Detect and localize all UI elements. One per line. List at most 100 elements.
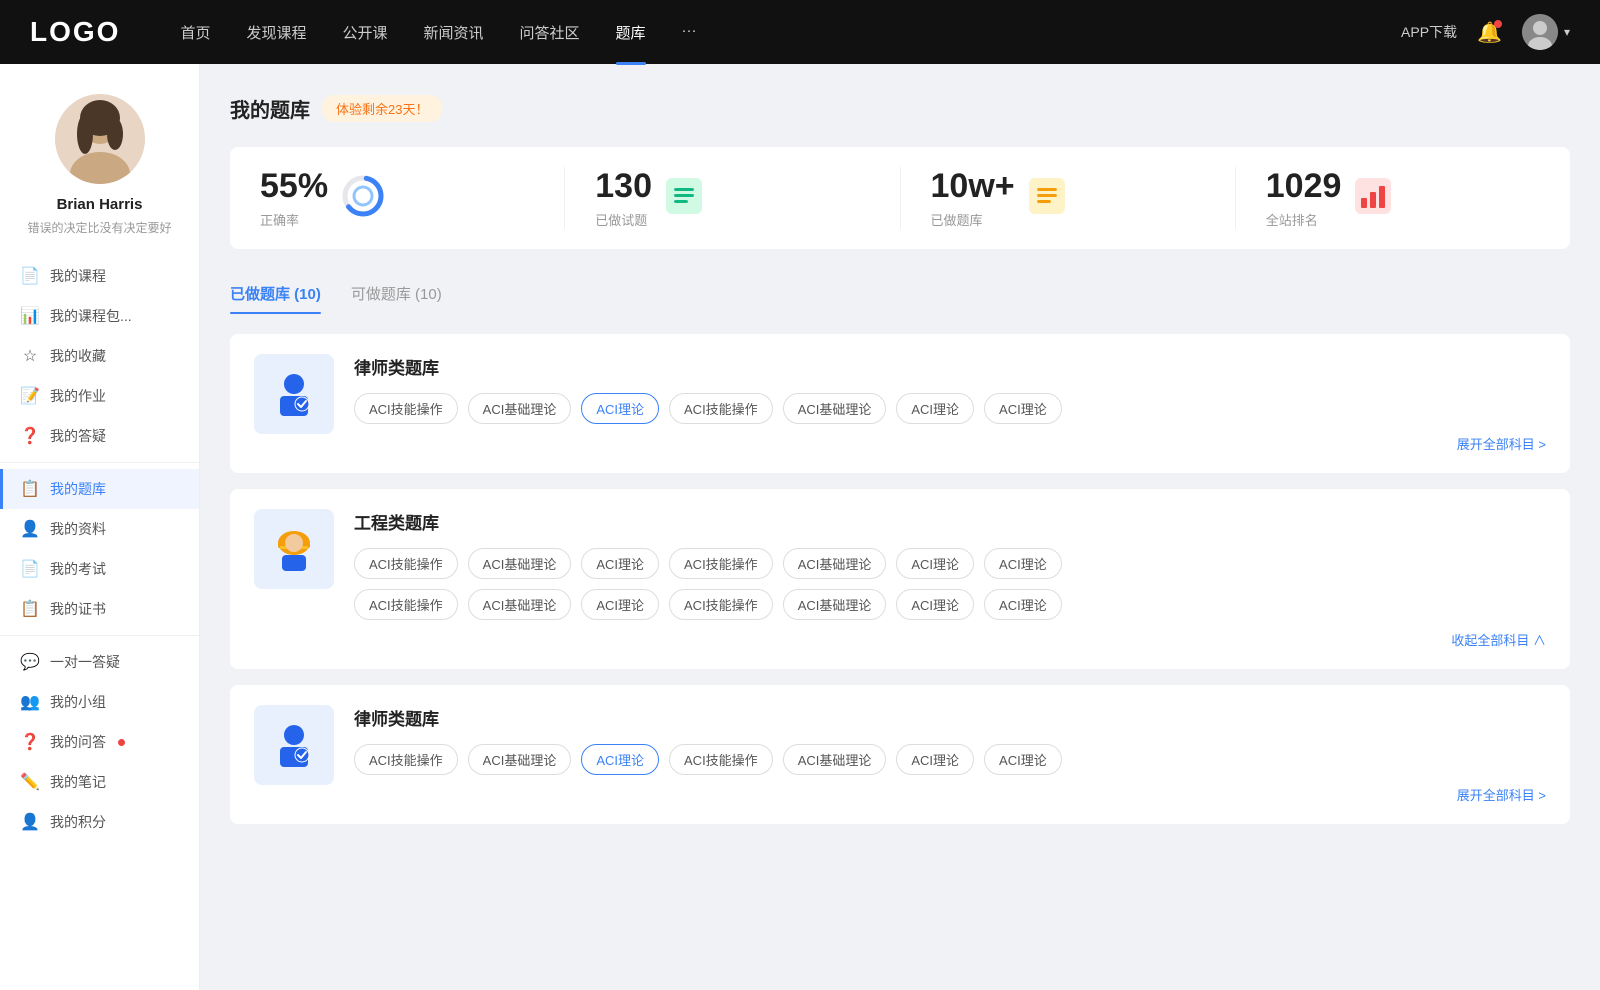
sidebar-item-label: 我的课程包... (50, 306, 132, 326)
qbank-tag[interactable]: ACI理论 (896, 393, 974, 424)
qbank-tag[interactable]: ACI技能操作 (669, 589, 773, 620)
sidebar-item-label: 我的题库 (50, 479, 106, 499)
nav-qbank[interactable]: 题库 (616, 22, 646, 43)
sidebar-item-exam[interactable]: 📄 我的考试 (0, 549, 199, 589)
logo[interactable]: LOGO (30, 16, 120, 48)
header-right: APP下载 🔔 ▾ (1401, 14, 1570, 50)
chevron-down-icon: ▾ (1564, 25, 1570, 39)
sidebar-item-label: 我的考试 (50, 559, 106, 579)
main-layout: Brian Harris 错误的决定比没有决定要好 📄 我的课程 📊 我的课程包… (0, 64, 1600, 990)
tab-todo[interactable]: 可做题库 (10) (351, 273, 442, 314)
header-avatar (1522, 14, 1558, 50)
stat-accuracy-label: 正确率 (260, 210, 328, 229)
sidebar-item-label: 我的收藏 (50, 346, 106, 366)
nav-qa[interactable]: 问答社区 (520, 22, 580, 43)
sidebar-item-myqa[interactable]: ❓ 我的问答 (0, 722, 199, 762)
qbank-tag[interactable]: ACI基础理论 (783, 744, 887, 775)
tab-done[interactable]: 已做题库 (10) (230, 273, 321, 314)
sidebar-item-label: 我的答疑 (50, 426, 106, 446)
stat-done-banks-label: 已做题库 (931, 210, 1015, 229)
qbank-expand-button-2[interactable]: 展开全部科目 > (354, 785, 1546, 804)
qbank-tag[interactable]: ACI理论 (896, 548, 974, 579)
qbank-tag[interactable]: ACI基础理论 (468, 393, 572, 424)
sidebar-avatar (55, 94, 145, 184)
sidebar-item-favorites[interactable]: ☆ 我的收藏 (0, 336, 199, 376)
qbank-tag[interactable]: ACI理论 (984, 589, 1062, 620)
notification-dot (1494, 20, 1502, 28)
document-icon: 📄 (20, 266, 40, 286)
sidebar: Brian Harris 错误的决定比没有决定要好 📄 我的课程 📊 我的课程包… (0, 64, 200, 990)
qbank-tag[interactable]: ACI理论 (896, 744, 974, 775)
nav-opencourse[interactable]: 公开课 (342, 22, 387, 43)
qbank-tag[interactable]: ACI技能操作 (669, 548, 773, 579)
qbank-engineer-tags-row1: ACI技能操作 ACI基础理论 ACI理论 ACI技能操作 ACI基础理论 AC… (354, 548, 1546, 579)
trial-badge: 体验剩余23天！ (322, 95, 442, 122)
qbank-tag-active[interactable]: ACI理论 (581, 744, 659, 775)
stat-ranking-label: 全站排名 (1266, 210, 1342, 229)
sidebar-item-profile[interactable]: 👤 我的资料 (0, 509, 199, 549)
qbank-tag[interactable]: ACI技能操作 (669, 744, 773, 775)
user-avatar-wrap[interactable]: ▾ (1522, 14, 1570, 50)
qbank-engineer-info: 工程类题库 ACI技能操作 ACI基础理论 ACI理论 ACI技能操作 ACI基… (354, 509, 1546, 649)
qbank-lawyer-2-info: 律师类题库 ACI技能操作 ACI基础理论 ACI理论 ACI技能操作 ACI基… (354, 705, 1546, 804)
qbank-lawyer-1-info: 律师类题库 ACI技能操作 ACI基础理论 ACI理论 ACI技能操作 ACI基… (354, 354, 1546, 453)
sidebar-item-qbank[interactable]: 📋 我的题库 (0, 469, 199, 509)
sidebar-item-oneonone[interactable]: 💬 一对一答疑 (0, 642, 199, 682)
qbank-tag[interactable]: ACI理论 (581, 589, 659, 620)
list-orange-icon (1029, 178, 1065, 219)
qbank-engineer-tags-row2: ACI技能操作 ACI基础理论 ACI理论 ACI技能操作 ACI基础理论 AC… (354, 589, 1546, 620)
qbank-tag[interactable]: ACI基础理论 (783, 393, 887, 424)
stat-ranking-text: 1029 全站排名 (1266, 167, 1342, 229)
app-download-button[interactable]: APP下载 (1401, 22, 1457, 42)
nav-discover[interactable]: 发现课程 (246, 22, 306, 43)
notification-bell[interactable]: 🔔 (1477, 20, 1502, 45)
qbank-tag[interactable]: ACI基础理论 (468, 744, 572, 775)
divider2 (0, 635, 199, 636)
sidebar-item-mycourse[interactable]: 📄 我的课程 (0, 256, 199, 296)
qbank-collapse-button[interactable]: 收起全部科目 ∧ (354, 630, 1546, 649)
nav-more[interactable]: ··· (682, 22, 697, 43)
group-icon: 👥 (20, 692, 40, 712)
qbank-tag-active[interactable]: ACI理论 (581, 393, 659, 424)
qbank-expand-button[interactable]: 展开全部科目 > (354, 434, 1546, 453)
stat-done-banks-text: 10w+ 已做题库 (931, 167, 1015, 229)
sidebar-item-label: 我的课程 (50, 266, 106, 286)
sidebar-user-name: Brian Harris (57, 196, 143, 213)
qbank-tag[interactable]: ACI技能操作 (354, 744, 458, 775)
stat-accuracy-text: 55% 正确率 (260, 167, 328, 229)
qbank-tag[interactable]: ACI理论 (984, 744, 1062, 775)
qbank-tag[interactable]: ACI基础理论 (468, 548, 572, 579)
main-nav: 首页 发现课程 公开课 新闻资讯 问答社区 题库 ··· (180, 22, 1401, 43)
pencil-icon: 📝 (20, 386, 40, 406)
sidebar-item-homework[interactable]: 📝 我的作业 (0, 376, 199, 416)
qbank-lawyer-2-title: 律师类题库 (354, 705, 1546, 730)
qbank-tag[interactable]: ACI理论 (581, 548, 659, 579)
qbank-tag[interactable]: ACI理论 (896, 589, 974, 620)
sidebar-item-notes[interactable]: ✏️ 我的笔记 (0, 762, 199, 802)
sidebar-item-certificate[interactable]: 📋 我的证书 (0, 589, 199, 629)
sidebar-item-label: 我的作业 (50, 386, 106, 406)
qbank-tag[interactable]: ACI技能操作 (669, 393, 773, 424)
qbank-tag[interactable]: ACI基础理论 (468, 589, 572, 620)
stat-done-banks-value: 10w+ (931, 167, 1015, 206)
sidebar-item-points[interactable]: 👤 我的积分 (0, 802, 199, 842)
chart-icon: 📊 (20, 306, 40, 326)
qbank-tag[interactable]: ACI基础理论 (783, 589, 887, 620)
qbank-tag[interactable]: ACI技能操作 (354, 589, 458, 620)
sidebar-item-group[interactable]: 👥 我的小组 (0, 682, 199, 722)
qbank-tag[interactable]: ACI技能操作 (354, 393, 458, 424)
stat-done-questions: 130 已做试题 (565, 167, 900, 229)
qbank-tag[interactable]: ACI理论 (984, 548, 1062, 579)
sidebar-item-coursepackage[interactable]: 📊 我的课程包... (0, 296, 199, 336)
qbank-tag[interactable]: ACI理论 (984, 393, 1062, 424)
qbank-tag[interactable]: ACI技能操作 (354, 548, 458, 579)
qbank-lawyer-1-tags: ACI技能操作 ACI基础理论 ACI理论 ACI技能操作 ACI基础理论 AC… (354, 393, 1546, 424)
nav-home[interactable]: 首页 (180, 22, 210, 43)
clipboard-icon: 📋 (20, 479, 40, 499)
edit-icon: ✏️ (20, 772, 40, 792)
sidebar-item-questions[interactable]: ❓ 我的答疑 (0, 416, 199, 456)
qbank-card-lawyer-2: 律师类题库 ACI技能操作 ACI基础理论 ACI理论 ACI技能操作 ACI基… (230, 685, 1570, 824)
nav-news[interactable]: 新闻资讯 (424, 22, 484, 43)
qbank-tag[interactable]: ACI基础理论 (783, 548, 887, 579)
sidebar-item-label: 我的积分 (50, 812, 106, 832)
